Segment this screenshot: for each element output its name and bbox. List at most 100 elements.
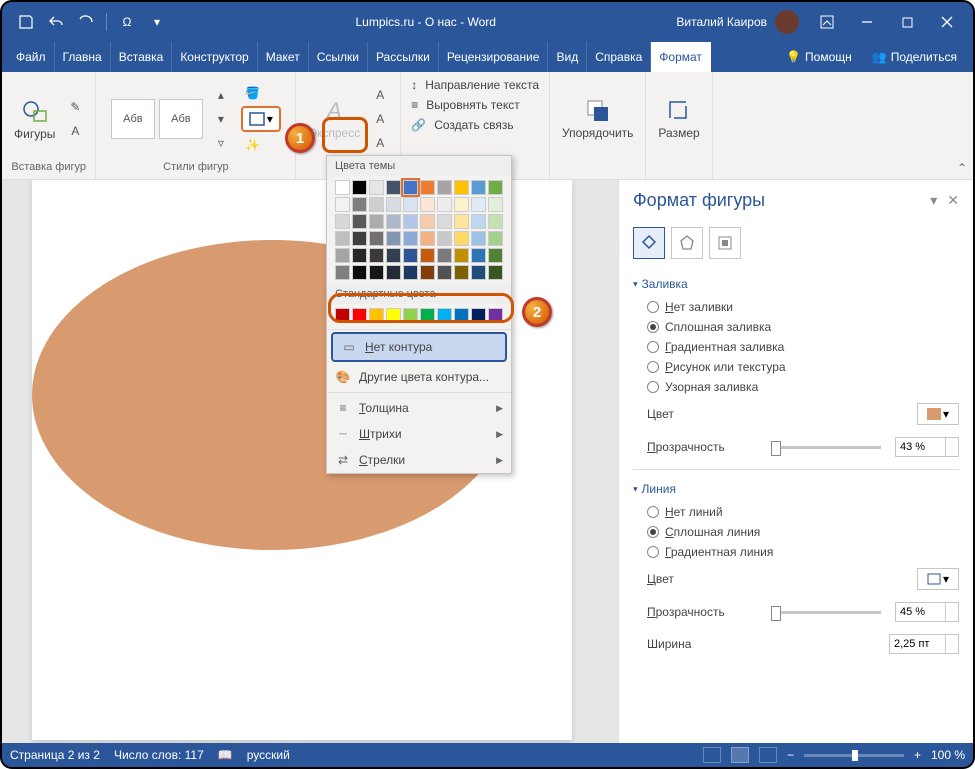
- edit-shape-icon[interactable]: ✎: [63, 96, 87, 118]
- line-color-label: Цвет: [647, 572, 909, 586]
- text-box-icon[interactable]: A: [63, 120, 87, 142]
- view-web-icon[interactable]: [759, 747, 777, 763]
- tab-insert[interactable]: Вставка: [111, 42, 173, 72]
- tab-view[interactable]: Вид: [548, 42, 587, 72]
- status-lang[interactable]: русский: [247, 748, 290, 762]
- radio-no-fill[interactable]: Нет заливки: [633, 297, 959, 317]
- line-width-value[interactable]: 2,25 пт: [889, 634, 959, 654]
- status-words[interactable]: Число слов: 117: [114, 748, 204, 762]
- avatar[interactable]: [775, 10, 799, 34]
- dd-more-colors[interactable]: 🎨Другие цвета контура...: [327, 364, 511, 390]
- shape-outline-button[interactable]: ▾: [241, 106, 281, 132]
- group-arrange: Упорядочить .: [550, 72, 646, 179]
- style-preset-1[interactable]: Абв: [111, 99, 155, 139]
- align-text: ≡Выровнять текст: [409, 96, 522, 114]
- user-name: Виталий Каиров: [676, 15, 767, 29]
- window-title: Lumpics.ru - О нас - Word: [175, 15, 676, 29]
- fill-color-label: Цвет: [647, 407, 909, 421]
- tell-me[interactable]: 💡 Помощн: [776, 42, 862, 72]
- shape-effects-icon[interactable]: ✨: [241, 134, 265, 156]
- zoom-in-icon[interactable]: +: [914, 748, 921, 762]
- dd-weight[interactable]: ≡Толщина▶: [327, 395, 511, 421]
- text-fill-icon: A: [368, 84, 392, 106]
- titlebar: Ω ▾ Lumpics.ru - О нас - Word Виталий Ка…: [2, 2, 973, 42]
- shape-fill-icon[interactable]: 🪣: [241, 82, 265, 104]
- tab-designer[interactable]: Конструктор: [172, 42, 257, 72]
- dd-dashes[interactable]: ┈Штрихи▶: [327, 421, 511, 447]
- tab-file[interactable]: Файл: [8, 42, 55, 72]
- radio-no-line[interactable]: Нет линий: [633, 502, 959, 522]
- style-up-icon[interactable]: ▴: [209, 84, 233, 106]
- shapes-button[interactable]: Фигуры: [10, 93, 59, 145]
- qat-more-icon[interactable]: ▾: [143, 8, 171, 36]
- fill-transparency-value[interactable]: 43 %: [895, 437, 959, 457]
- callout-1: 1: [285, 123, 315, 153]
- tab-help[interactable]: Справка: [587, 42, 651, 72]
- pane-tab-layout[interactable]: [709, 227, 741, 259]
- fill-transparency-label: Прозрачность: [647, 440, 757, 454]
- pane-tab-effects[interactable]: [671, 227, 703, 259]
- collapse-ribbon-icon[interactable]: ⌃: [957, 161, 967, 175]
- pane-options-icon[interactable]: ▾: [930, 192, 937, 209]
- radio-solid-fill[interactable]: Сплошная заливка: [633, 317, 959, 337]
- radio-picture-fill[interactable]: Рисунок или текстура: [633, 357, 959, 377]
- tab-home[interactable]: Главна: [55, 42, 111, 72]
- format-shape-pane: Формат фигуры ▾ ✕ Заливка Нет заливки Сп…: [618, 180, 973, 743]
- line-color-button[interactable]: ▾: [917, 568, 959, 590]
- style-down-icon[interactable]: ▾: [209, 108, 233, 130]
- dd-no-outline[interactable]: ▭Нет контура: [331, 332, 507, 362]
- view-read-icon[interactable]: [703, 747, 721, 763]
- close-button[interactable]: [927, 6, 967, 38]
- radio-gradient-line[interactable]: Градиентная линия: [633, 542, 959, 562]
- status-proofing-icon[interactable]: 📖: [218, 748, 233, 762]
- zoom-out-icon[interactable]: −: [787, 748, 794, 762]
- line-transparency-label: Прозрачность: [647, 605, 757, 619]
- zoom-slider[interactable]: [804, 754, 904, 757]
- size-button[interactable]: Размер: [654, 94, 703, 144]
- omega-icon[interactable]: Ω: [113, 8, 141, 36]
- radio-gradient-fill[interactable]: Градиентная заливка: [633, 337, 959, 357]
- pane-close-icon[interactable]: ✕: [947, 192, 959, 209]
- statusbar: Страница 2 из 2 Число слов: 117 📖 русски…: [2, 743, 973, 767]
- line-transparency-slider[interactable]: [771, 611, 881, 614]
- fill-color-button[interactable]: ▾: [917, 403, 959, 425]
- tab-layout[interactable]: Макет: [258, 42, 309, 72]
- section-fill[interactable]: Заливка: [633, 271, 959, 297]
- document-canvas[interactable]: [2, 180, 618, 743]
- style-preset-2[interactable]: Абв: [159, 99, 203, 139]
- autosave-icon[interactable]: [12, 8, 40, 36]
- view-print-icon[interactable]: [731, 747, 749, 763]
- dd-arrows[interactable]: ⇄Стрелки▶: [327, 447, 511, 473]
- ribbon-tabs: Файл Главна Вставка Конструктор Макет Сс…: [2, 42, 973, 72]
- tab-refs[interactable]: Ссылки: [309, 42, 368, 72]
- tab-review[interactable]: Рецензирование: [439, 42, 549, 72]
- theme-color-grid: [327, 176, 511, 284]
- tab-mail[interactable]: Рассылки: [368, 42, 439, 72]
- text-effects-icon: A: [368, 132, 392, 154]
- fill-transparency-slider[interactable]: [771, 446, 881, 449]
- line-transparency-value[interactable]: 45 %: [895, 602, 959, 622]
- line-width-label: Ширина: [647, 637, 881, 651]
- style-more-icon[interactable]: ▿: [209, 132, 233, 154]
- radio-solid-line[interactable]: Сплошная линия: [633, 522, 959, 542]
- redo-icon[interactable]: [72, 8, 100, 36]
- color-swatch[interactable]: [335, 180, 350, 195]
- minimize-button[interactable]: [847, 6, 887, 38]
- arrange-button[interactable]: Упорядочить: [558, 94, 637, 144]
- maximize-button[interactable]: [887, 6, 927, 38]
- radio-pattern-fill[interactable]: Узорная заливка: [633, 377, 959, 397]
- tab-format[interactable]: Формат: [651, 42, 711, 72]
- zoom-level[interactable]: 100 %: [931, 748, 965, 762]
- ribbon-options-icon[interactable]: [807, 6, 847, 38]
- text-direction: ↕Направление текста: [409, 76, 541, 94]
- status-page[interactable]: Страница 2 из 2: [10, 748, 100, 762]
- undo-icon[interactable]: [42, 8, 70, 36]
- pane-title: Формат фигуры: [633, 190, 920, 211]
- share-button[interactable]: 👥 Поделиться: [862, 42, 967, 72]
- pane-tab-fill[interactable]: [633, 227, 665, 259]
- section-line[interactable]: Линия: [633, 476, 959, 502]
- user-area[interactable]: Виталий Каиров: [676, 10, 799, 34]
- callout-2: 2: [522, 297, 552, 327]
- create-link: 🔗Создать связь: [409, 116, 515, 134]
- annotation-ring-2: [328, 293, 514, 323]
